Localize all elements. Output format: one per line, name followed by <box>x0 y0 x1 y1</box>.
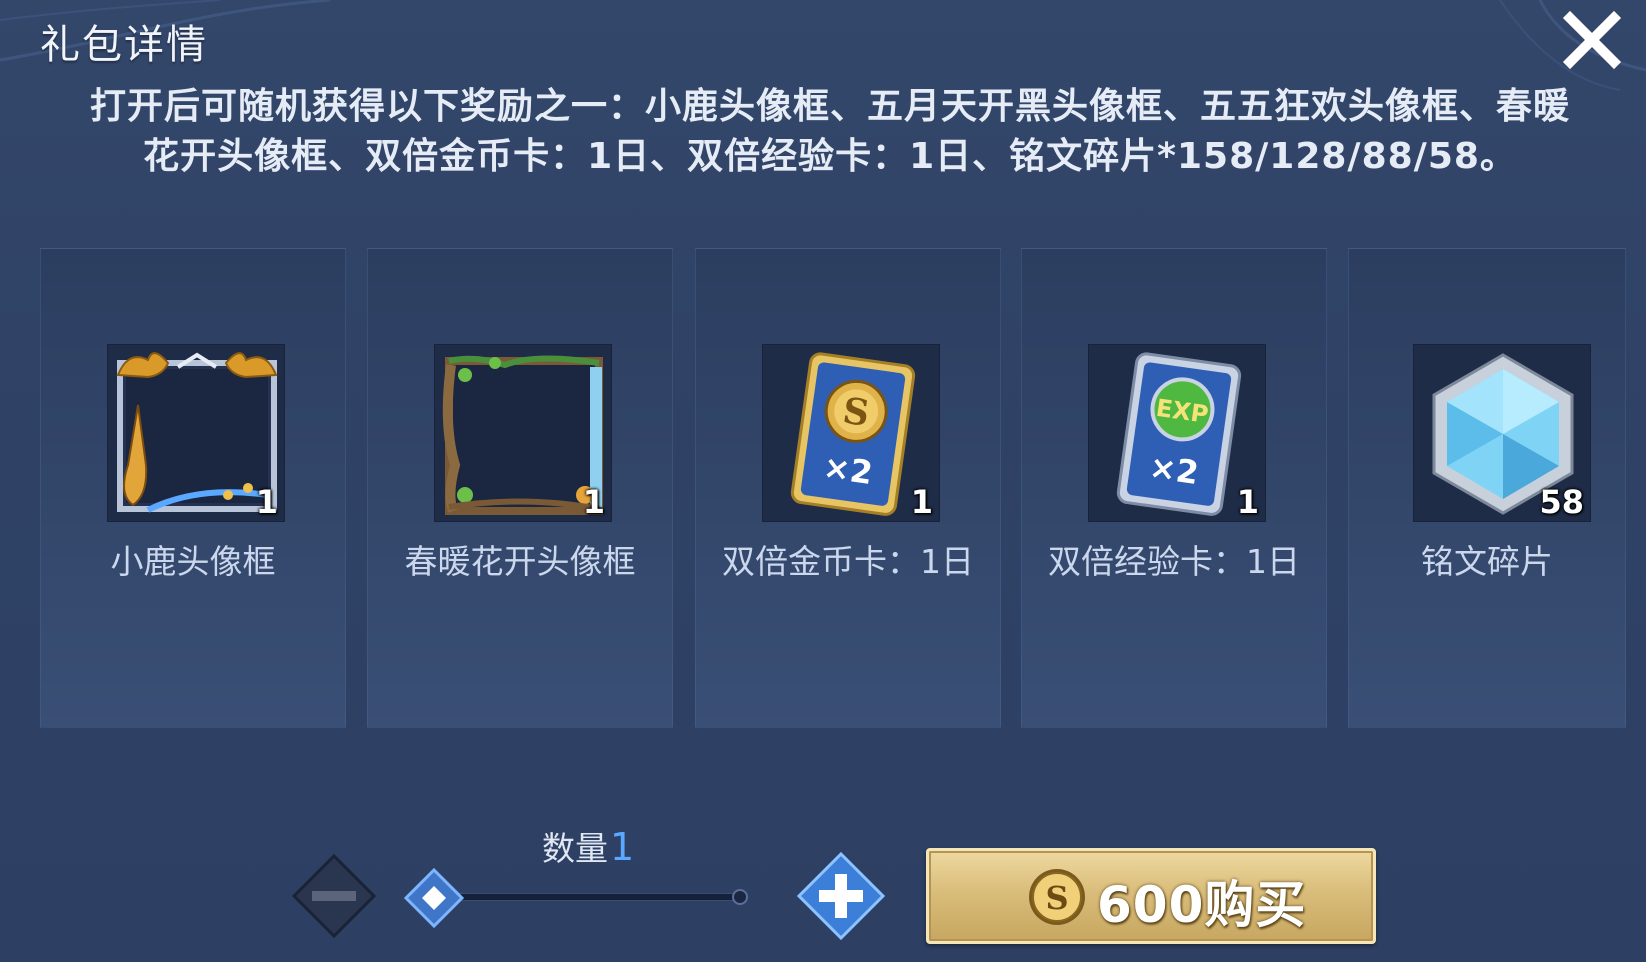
svg-text:×2: ×2 <box>821 448 875 492</box>
reward-item-image: 1 <box>107 344 285 522</box>
increase-quantity-button[interactable] <box>795 850 887 942</box>
slider-end-knob <box>732 889 748 905</box>
dialog-title: 礼包详情 <box>40 22 208 68</box>
reward-card-inscription-shard[interactable]: 58 铭文碎片 <box>1348 248 1626 728</box>
reward-item-image: 58 <box>1413 344 1591 522</box>
reward-card-double-gold[interactable]: S ×2 1 双倍金币卡：1日 <box>695 248 1001 728</box>
reward-item-image: S ×2 1 <box>762 344 940 522</box>
slider-thumb-icon <box>403 867 465 929</box>
close-button[interactable] <box>1560 8 1624 72</box>
item-count: 1 <box>910 483 933 521</box>
gold-coin-icon: S <box>1029 869 1085 925</box>
item-name: 铭文碎片 <box>1421 542 1553 581</box>
item-name: 小鹿头像框 <box>110 542 276 581</box>
reward-item-image: EXP ×2 1 <box>1088 344 1266 522</box>
quantity-label-text: 数量 <box>542 829 608 868</box>
item-count: 1 <box>255 483 278 521</box>
item-name: 双倍金币卡：1日 <box>722 542 974 581</box>
quantity-value: 1 <box>610 825 635 869</box>
item-count: 58 <box>1539 483 1584 521</box>
reward-card-double-exp[interactable]: EXP ×2 1 双倍经验卡：1日 <box>1021 248 1327 728</box>
gift-description: 打开后可随机获得以下奖励之一：小鹿头像框、五月天开黑头像框、五五狂欢头像框、春暖… <box>89 86 1570 177</box>
buy-button-label: 600购买 <box>1097 876 1307 934</box>
quantity-slider-thumb[interactable] <box>402 866 466 930</box>
item-name: 双倍经验卡：1日 <box>1048 542 1300 581</box>
buy-button[interactable]: S 600购买 <box>926 848 1376 944</box>
minus-icon <box>291 853 377 939</box>
quantity-slider-track[interactable] <box>430 893 740 901</box>
reward-card-spring-frame[interactable]: 1 春暖花开头像框 <box>367 248 673 728</box>
plus-icon <box>796 851 886 941</box>
reward-item-image: 1 <box>434 344 612 522</box>
reward-list: 1 小鹿头像框 1 春暖花开头像框 S ×2 1 双倍金币卡：1日 EXP ×2… <box>40 248 1626 728</box>
decrease-quantity-button[interactable] <box>290 852 378 940</box>
quantity-label: 数量1 <box>542 822 634 870</box>
close-icon <box>1562 10 1622 70</box>
reward-card-deer-frame[interactable]: 1 小鹿头像框 <box>40 248 346 728</box>
item-count: 1 <box>582 483 605 521</box>
item-count: 1 <box>1236 483 1259 521</box>
svg-text:S: S <box>1045 879 1068 917</box>
svg-text:×2: ×2 <box>1147 448 1201 492</box>
item-name: 春暖花开头像框 <box>404 542 636 581</box>
